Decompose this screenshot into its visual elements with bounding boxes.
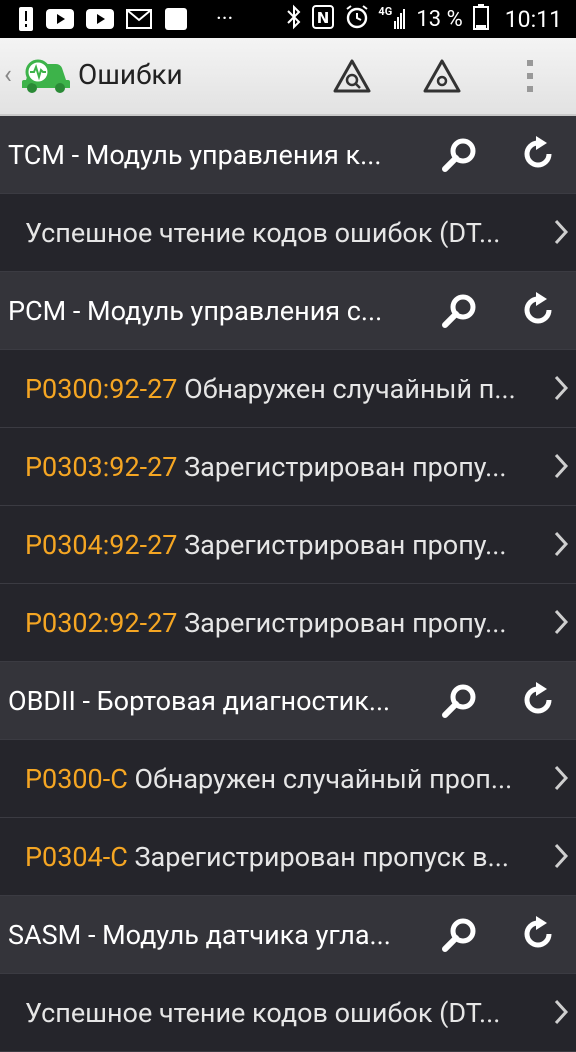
refresh-icon[interactable]	[520, 916, 556, 952]
dtc-item[interactable]: P0300:92-27 Обнаружен случайный п...	[0, 350, 576, 428]
chevron-right-icon	[552, 452, 570, 480]
system-icons: N 4G 13 % 10:11	[286, 0, 562, 38]
search-icon[interactable]	[440, 292, 480, 332]
chevron-right-icon	[552, 842, 570, 870]
app-logo-icon[interactable]	[18, 54, 72, 96]
road-warning-button[interactable]	[330, 54, 374, 98]
app-toolbar: ‹ Ошибки	[0, 38, 576, 116]
dtc-code: P0300-C	[25, 762, 128, 795]
chevron-right-icon	[552, 608, 570, 636]
module-title: TCM - Модуль управления к...	[8, 138, 382, 171]
module-title: PCM - Модуль управления с...	[8, 294, 383, 327]
dtc-description: Успешное чтение кодов ошибок (DT...	[25, 216, 501, 249]
refresh-icon[interactable]	[520, 136, 556, 172]
module-title: SASM - Модуль датчика угла...	[8, 918, 391, 951]
youtube-icon	[86, 9, 114, 29]
chevron-right-icon	[552, 998, 570, 1026]
more-notifications-icon: ···	[216, 6, 234, 32]
overflow-menu-button[interactable]	[508, 54, 552, 98]
image-icon	[164, 7, 188, 31]
search-icon[interactable]	[440, 916, 480, 956]
search-icon[interactable]	[440, 136, 480, 176]
dtc-list: TCM - Модуль управления к... Успешное чте…	[0, 116, 576, 1052]
dtc-text: Успешное чтение кодов ошибок (DT...	[25, 217, 543, 249]
battery-percent: 13 %	[416, 6, 463, 32]
module-header[interactable]: SASM - Модуль датчика угла...	[0, 896, 576, 974]
dtc-description: Зарегистрирован пропу...	[177, 528, 507, 561]
signal-icon: 4G	[378, 5, 406, 31]
warning-triangle-icon	[423, 59, 461, 93]
alert-icon	[18, 6, 34, 32]
dtc-item[interactable]: P0300-C Обнаружен случайный проп...	[0, 740, 576, 818]
dtc-code: P0300:92-27	[25, 372, 178, 405]
dtc-text: P0304-C Зарегистрирован пропуск в...	[25, 841, 543, 873]
chevron-right-icon	[552, 218, 570, 246]
chevron-right-icon	[552, 530, 570, 558]
dtc-description: Обнаружен случайный проп...	[127, 762, 513, 795]
dtc-text: P0300:92-27 Обнаружен случайный п...	[25, 373, 543, 405]
bluetooth-icon	[286, 4, 302, 34]
clock: 10:11	[504, 5, 562, 33]
battery-icon	[472, 4, 489, 34]
chevron-right-icon	[552, 764, 570, 792]
search-icon[interactable]	[440, 682, 480, 722]
module-title: OBDII - Бортовая диагностик...	[8, 684, 391, 717]
dtc-text: P0302:92-27 Зарегистрирован пропу...	[25, 607, 543, 639]
notification-icons: ···	[0, 0, 245, 38]
svg-text:N: N	[317, 9, 330, 27]
warning-triangle-button[interactable]	[420, 54, 464, 98]
dtc-code: P0302:92-27	[25, 606, 178, 639]
dtc-description: Зарегистрирован пропуск в...	[127, 840, 509, 873]
dtc-description: Зарегистрирован пропу...	[177, 606, 507, 639]
dtc-text: P0303:92-27 Зарегистрирован пропу...	[25, 451, 543, 483]
dtc-item[interactable]: P0303:92-27 Зарегистрирован пропу...	[0, 428, 576, 506]
dtc-item[interactable]: Успешное чтение кодов ошибок (DT...	[0, 974, 576, 1052]
dtc-item[interactable]: P0304:92-27 Зарегистрирован пропу...	[0, 506, 576, 584]
dtc-code: P0303:92-27	[25, 450, 178, 483]
chevron-right-icon	[552, 374, 570, 402]
page-title: Ошибки	[78, 58, 183, 91]
nfc-icon: N	[312, 5, 335, 33]
module-header[interactable]: OBDII - Бортовая диагностик...	[0, 662, 576, 740]
dtc-code: P0304:92-27	[25, 528, 178, 561]
dtc-text: P0300-C Обнаружен случайный проп...	[25, 763, 543, 795]
module-header[interactable]: TCM - Модуль управления к...	[0, 116, 576, 194]
dtc-item[interactable]: P0304-C Зарегистрирован пропуск в...	[0, 818, 576, 896]
more-vert-icon	[527, 60, 533, 92]
dtc-code: P0304-C	[25, 840, 128, 873]
status-bar: ··· N 4G 13 % 10:11	[0, 0, 576, 38]
refresh-icon[interactable]	[520, 292, 556, 328]
mail-icon	[126, 9, 152, 29]
dtc-description: Зарегистрирован пропу...	[177, 450, 507, 483]
road-warning-icon	[333, 59, 371, 93]
alarm-icon	[344, 4, 370, 34]
dtc-text: P0304:92-27 Зарегистрирован пропу...	[25, 529, 543, 561]
dtc-item[interactable]: Успешное чтение кодов ошибок (DT...	[0, 194, 576, 272]
youtube-icon	[46, 9, 74, 29]
module-header[interactable]: PCM - Модуль управления с...	[0, 272, 576, 350]
refresh-icon[interactable]	[520, 682, 556, 718]
dtc-item[interactable]: P0302:92-27 Зарегистрирован пропу...	[0, 584, 576, 662]
dtc-description: Обнаружен случайный п...	[177, 372, 516, 405]
back-button[interactable]: ‹	[4, 60, 12, 90]
